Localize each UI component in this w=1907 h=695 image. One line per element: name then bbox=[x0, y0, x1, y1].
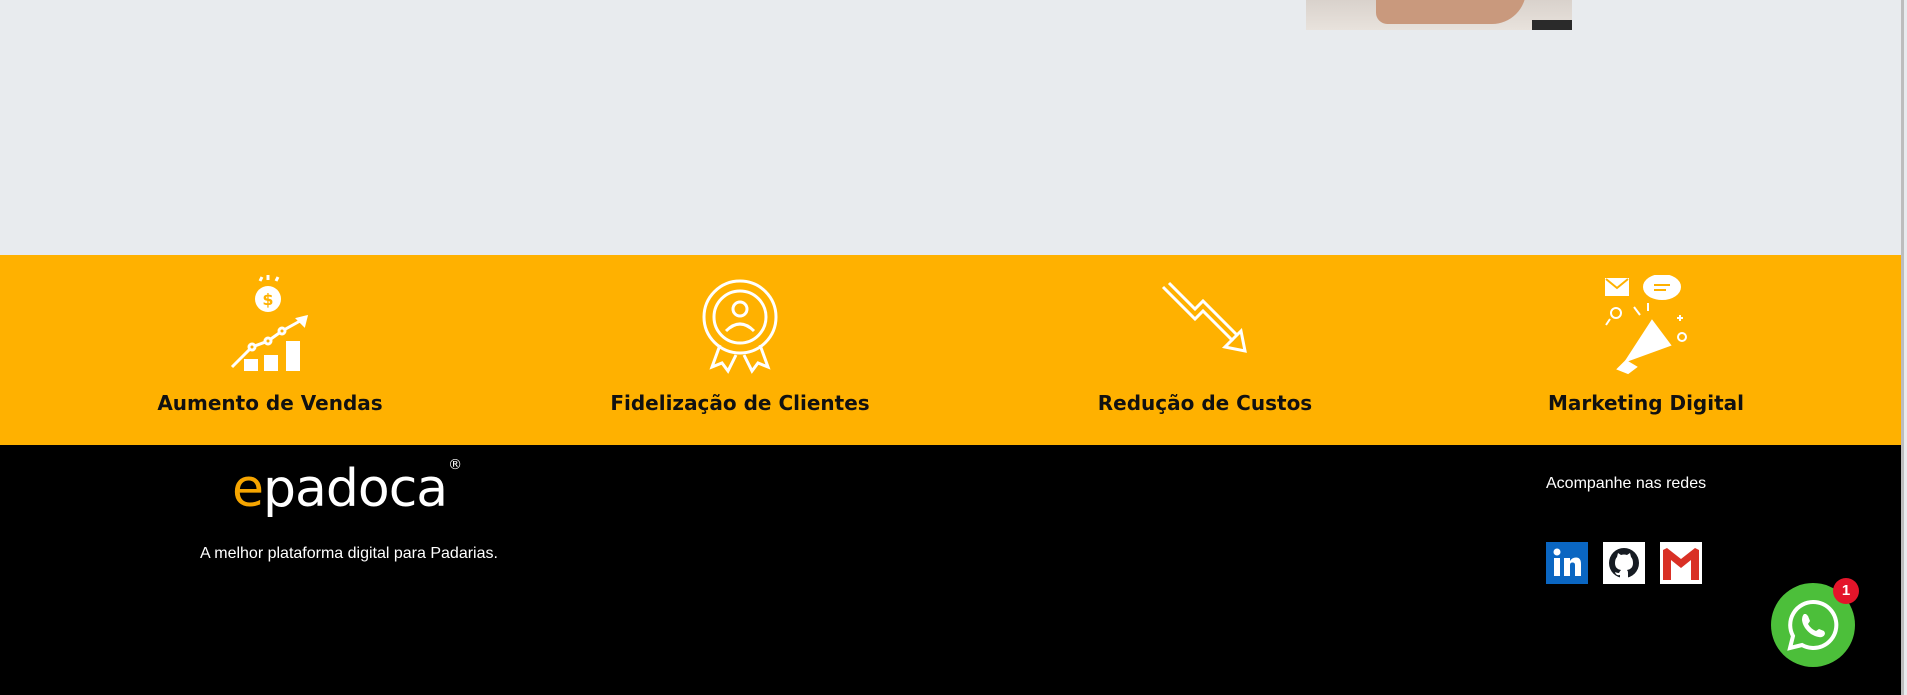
feature-label: Redução de Custos bbox=[1097, 391, 1313, 415]
footer-logo[interactable]: epadoca ® bbox=[232, 457, 462, 519]
social-links bbox=[1546, 542, 1702, 584]
feature-costs: Redução de Custos bbox=[1025, 275, 1385, 415]
svg-text:$: $ bbox=[262, 290, 273, 309]
follow-label: Acompanhe nas redes bbox=[1546, 475, 1707, 492]
feature-label: Aumento de Vendas bbox=[157, 391, 383, 415]
feature-loyalty: Fidelização de Clientes bbox=[560, 275, 920, 415]
notification-badge: 1 bbox=[1833, 578, 1859, 604]
gmail-icon[interactable] bbox=[1660, 542, 1702, 584]
feature-sales: $ Aumento de Vendas bbox=[90, 275, 450, 415]
github-icon[interactable] bbox=[1603, 542, 1645, 584]
footer: epadoca ® A melhor plataforma digital par… bbox=[0, 445, 1904, 695]
feature-label: Marketing Digital bbox=[1547, 391, 1745, 415]
feature-label: Fidelização de Clientes bbox=[610, 391, 870, 415]
hero-photo bbox=[1306, 0, 1572, 30]
hero-section bbox=[0, 0, 1904, 255]
customer-badge-icon bbox=[702, 279, 778, 374]
cost-down-arrow-icon bbox=[1161, 281, 1247, 353]
scrollbar[interactable] bbox=[1901, 0, 1904, 695]
features-band: $ Aumento de Vendas Fidelização de Clien… bbox=[0, 255, 1904, 445]
megaphone-icon bbox=[1605, 275, 1687, 375]
linkedin-icon[interactable] bbox=[1546, 542, 1588, 584]
feature-marketing: Marketing Digital bbox=[1466, 275, 1826, 415]
footer-tagline: A melhor plataforma digital para Padaria… bbox=[200, 545, 498, 562]
page: $ Aumento de Vendas Fidelização de Clien… bbox=[0, 0, 1904, 695]
whatsapp-icon bbox=[1787, 599, 1839, 651]
sales-growth-icon: $ bbox=[230, 275, 309, 371]
